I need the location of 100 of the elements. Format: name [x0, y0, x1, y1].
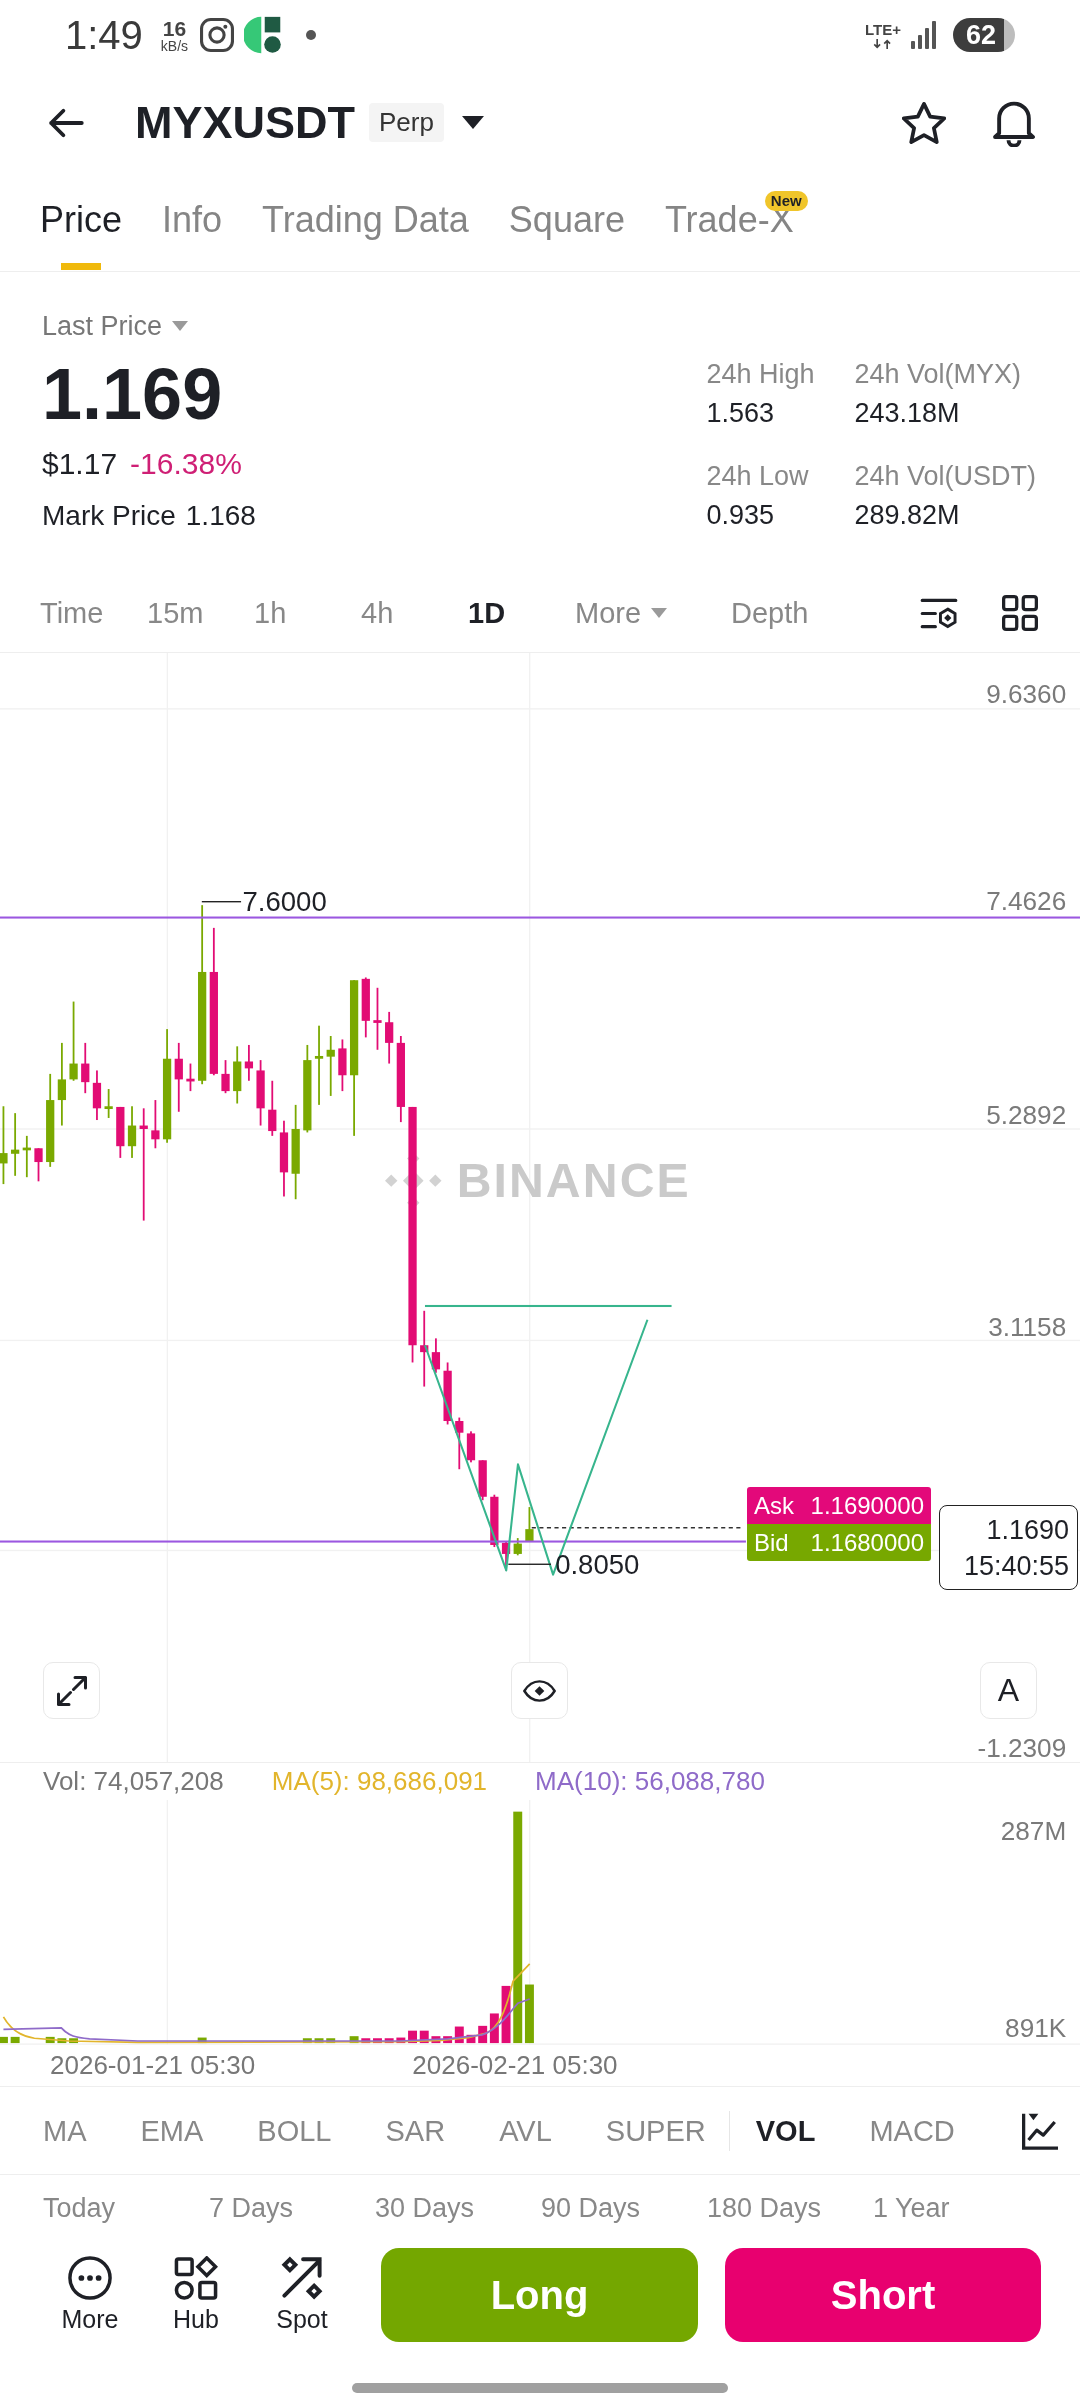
candlestick: [92, 1070, 102, 1121]
signal-icon: [911, 21, 937, 49]
indicator-tab[interactable]: EMA: [140, 2110, 204, 2151]
stat-value: 1.563: [706, 397, 775, 430]
candlestick: [127, 1106, 137, 1158]
indicator-tab[interactable]: MA: [43, 2110, 87, 2151]
candle-countdown: 15:40:55: [963, 1549, 1069, 1583]
indicator-tab[interactable]: VOL: [755, 2110, 816, 2151]
price-axis-label: 5.2892: [986, 1100, 1067, 1131]
stat-label: 24h Vol(MYX): [854, 358, 1022, 391]
candlestick: [174, 1042, 183, 1112]
more-button[interactable]: More: [54, 2256, 126, 2334]
tab[interactable]: Square: [508, 175, 625, 271]
low-price-label: 0.8050: [555, 1548, 640, 1580]
bid-price: 1.1680000: [810, 1528, 924, 1557]
network-speed-unit: kB/s: [160, 38, 189, 53]
indicator-tab[interactable]: BOLL: [257, 2110, 332, 2151]
candlestick: [186, 1063, 195, 1092]
legend-label: MA(10): 56,088,780: [535, 1766, 765, 1797]
app-icon: [244, 16, 283, 54]
volume-axis-label: 287M: [1000, 1815, 1067, 1846]
network-type-label: LTE+: [865, 21, 901, 37]
stat-label: 24h Low: [706, 460, 810, 493]
mark-price-label: Mark Price: [42, 499, 176, 533]
leader-line: [201, 901, 242, 903]
volume-bar: [396, 2037, 406, 2044]
candlestick: [104, 1089, 113, 1118]
range-tab[interactable]: 180 Days: [707, 2189, 822, 2226]
bid-label: Bid: [754, 1528, 789, 1557]
auto-scale-button[interactable]: A: [980, 1662, 1037, 1719]
volume-axis-label: 891K: [1005, 2012, 1067, 2043]
tab[interactable]: Trading Data: [262, 175, 469, 271]
time-axis-label: 2026-02-21 05:30: [412, 2050, 618, 2081]
hub-icon: [174, 2256, 218, 2300]
candlestick: [326, 1036, 335, 1096]
more-icon: [68, 2256, 112, 2300]
indicator-tab[interactable]: SUPER: [605, 2110, 706, 2151]
price-axis-label: 7.4626: [986, 885, 1067, 916]
range-tab[interactable]: Today: [43, 2189, 116, 2226]
chart-line-icon[interactable]: [1022, 2111, 1058, 2150]
leader-line: [508, 1563, 551, 1565]
interval-tab[interactable]: 15m: [147, 593, 204, 633]
last-price-label[interactable]: Last Price: [42, 310, 163, 342]
symbol-title[interactable]: MYXUSDT: [135, 96, 355, 149]
indicator-tab[interactable]: SAR: [385, 2110, 446, 2151]
star-icon[interactable]: [902, 101, 946, 144]
spot-button[interactable]: Spot: [266, 2256, 338, 2334]
volume-bar: [408, 2030, 417, 2044]
tab[interactable]: Price: [40, 175, 123, 271]
candlestick: [455, 1417, 464, 1470]
candlestick: [443, 1362, 452, 1425]
interval-tab[interactable]: 1h: [254, 593, 287, 633]
range-tab[interactable]: 7 Days: [209, 2189, 294, 2226]
new-badge: New: [764, 191, 808, 211]
candlestick: [268, 1080, 277, 1136]
interval-tab[interactable]: 1D: [468, 593, 506, 633]
ask-label: Ask: [754, 1491, 794, 1520]
eye-icon: [523, 1679, 556, 1702]
candlestick: [490, 1494, 499, 1548]
candlestick: [34, 1148, 43, 1182]
range-tab[interactable]: 1 Year: [873, 2189, 950, 2226]
mark-price-value: 1.168: [185, 499, 256, 533]
instagram-icon: [200, 18, 235, 52]
interval-tab[interactable]: Depth: [731, 593, 809, 633]
range-tab[interactable]: 30 Days: [375, 2189, 475, 2226]
candlestick: [256, 1060, 265, 1126]
interval-tab[interactable]: 4h: [361, 593, 394, 633]
candlestick: [244, 1044, 254, 1081]
range-tab[interactable]: 90 Days: [541, 2189, 641, 2226]
volume-bar: [431, 2036, 441, 2044]
price-axis-label: -1.2309: [977, 1733, 1067, 1762]
short-button[interactable]: Short: [725, 2248, 1041, 2342]
price-axis-label: 9.6360: [986, 678, 1067, 709]
stat-value: 289.82M: [854, 499, 961, 532]
volume-bar: [419, 2030, 429, 2044]
candlestick: [466, 1431, 476, 1463]
visibility-button[interactable]: [511, 1662, 568, 1719]
price-axis-label: 3.1158: [988, 1311, 1067, 1342]
high-price-label: 7.6000: [242, 885, 327, 917]
indicator-tab[interactable]: MACD: [869, 2110, 955, 2151]
ask-price: 1.1690000: [810, 1491, 924, 1520]
stat-value: 0.935: [706, 499, 775, 532]
hub-button[interactable]: Hub: [160, 2256, 232, 2334]
indicator-tab[interactable]: AVL: [499, 2110, 552, 2151]
last-price-tag-value: 1.1690: [986, 1513, 1069, 1547]
legend-label: MA(5): 98,686,091: [271, 1766, 488, 1797]
clock-time: 1:49: [65, 13, 143, 57]
candlestick: [11, 1113, 20, 1176]
volume-bar: [501, 1985, 511, 2044]
interval-tab[interactable]: Time: [40, 593, 104, 633]
expand-button[interactable]: [43, 1662, 100, 1719]
volume-bar: [466, 2034, 476, 2044]
long-button[interactable]: Long: [381, 2248, 698, 2342]
price-change: -16.38%: [130, 446, 242, 482]
stat-value: 243.18M: [854, 397, 961, 430]
grid-icon[interactable]: [1002, 595, 1038, 631]
time-axis-label: 2026-01-21 05:30: [50, 2050, 256, 2081]
caret-icon[interactable]: [461, 116, 484, 129]
interval-tab[interactable]: More: [575, 593, 668, 633]
tab[interactable]: Info: [162, 175, 223, 271]
